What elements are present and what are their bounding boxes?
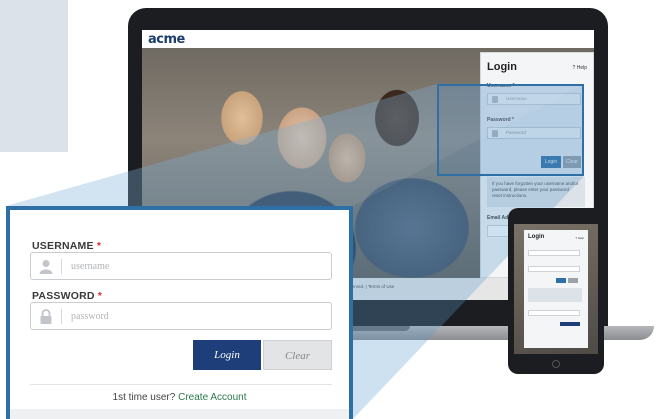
password-field[interactable]: password [30,302,332,330]
field-separator [61,259,62,274]
first-time-prompt: 1st time user? Create Account [10,392,349,403]
highlight-frame [437,84,584,176]
tablet-username-input[interactable] [528,250,580,256]
user-icon [39,260,53,274]
card-footer [10,409,349,419]
tablet-login-button[interactable] [556,278,566,283]
login-card: USERNAME * username PASSWORD * password … [6,206,353,419]
clear-button[interactable]: Clear [263,340,332,370]
tablet-reset-note [528,288,582,302]
marketing-illustration: acme ...ers, LLC. All rights reserved. |… [0,0,656,419]
password-placeholder: password [71,311,109,322]
required-marker: * [97,290,103,302]
username-placeholder: username [71,261,110,272]
first-time-text: 1st time user? [112,392,176,403]
create-account-link[interactable]: Create Account [178,392,246,403]
username-field[interactable]: username [30,252,332,280]
field-separator [61,309,62,324]
login-card-body: USERNAME * username PASSWORD * password … [10,210,349,419]
username-label: USERNAME * [32,240,101,252]
password-label-text: PASSWORD [32,290,95,302]
tablet-email-input[interactable] [528,310,580,316]
divider [30,384,332,385]
username-label-text: USERNAME [32,240,94,252]
tablet-login-title: Login [528,234,545,240]
required-marker: * [96,240,102,252]
lock-icon [40,309,52,324]
tablet-help-link[interactable]: ? Help [575,236,584,240]
tablet-password-input[interactable] [528,266,580,272]
tablet-clear-button[interactable] [568,278,578,283]
tablet-screen: Login ? Help [514,224,598,354]
tablet-login-panel: Login ? Help [524,230,588,348]
tablet-submit-button[interactable] [560,322,580,326]
password-label: PASSWORD * [32,290,102,302]
login-button[interactable]: Login [193,340,261,370]
tablet-home-button [552,360,560,368]
